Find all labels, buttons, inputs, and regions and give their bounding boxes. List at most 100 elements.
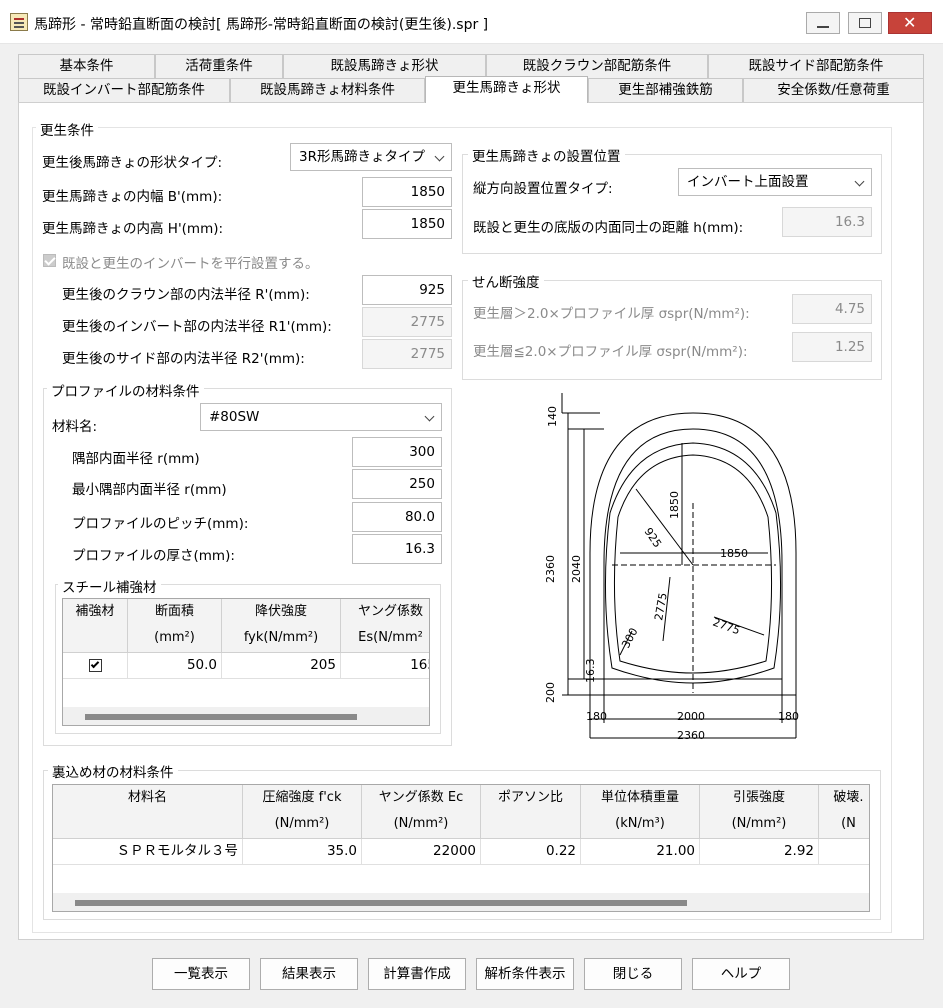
backfill-hscrollbar[interactable]	[53, 893, 869, 911]
backfill-cell-unit-weight[interactable]: 21.00	[581, 839, 700, 865]
tab-row-2: 既設インバート部配筋条件 既設馬蹄きょ材料条件 更生馬蹄きょ形状 更生部補強鉄筋…	[18, 76, 924, 103]
steel-header-area: 断面積 (mm²)	[128, 599, 222, 653]
tab-renewal-shape[interactable]: 更生馬蹄きょ形状	[425, 76, 588, 103]
create-report-button[interactable]: 計算書作成	[368, 958, 466, 990]
profile-group-label: プロファイルの材料条件	[47, 380, 204, 400]
shear-gt-label: 更生層＞2.0×プロファイル厚 σspr(N/mm²):	[473, 306, 750, 322]
list-view-button[interactable]: 一覧表示	[152, 958, 250, 990]
window-title: 馬蹄形 - 常時鉛直断面の検討[ 馬蹄形-常時鉛直断面の検討(更生後).spr …	[34, 17, 489, 33]
material-select[interactable]: #80SW	[200, 403, 442, 431]
corner-radius-input[interactable]: 300	[352, 437, 442, 467]
invert-radius-input[interactable]: 2775	[362, 307, 452, 337]
dim-1850-h: 1850	[720, 547, 748, 560]
minimize-icon	[817, 26, 829, 28]
analysis-conditions-button[interactable]: 解析条件表示	[476, 958, 574, 990]
height-input[interactable]: 1850	[362, 209, 452, 239]
steel-header-reinforce: 補強材	[63, 599, 128, 653]
dim-2360-v: 2360	[544, 555, 557, 583]
position-type-label: 縦方向設置位置タイプ:	[473, 181, 613, 197]
maximize-icon	[859, 18, 871, 28]
tab-existing-side-rebar[interactable]: 既設サイド部配筋条件	[708, 54, 924, 78]
backfill-grid[interactable]: 材料名 圧縮強度 f'ck (N/mm²) ヤング係数 Ec (N/mm²) ポアソ…	[52, 784, 870, 912]
crown-radius-label: 更生後のクラウン部の内法半径 R'(mm):	[62, 287, 310, 303]
backfill-cell-compressive[interactable]: 35.0	[243, 839, 362, 865]
min-corner-radius-label: 最小隅部内面半径 r(mm)	[72, 482, 227, 498]
dim-300: 300	[619, 626, 640, 651]
thickness-input[interactable]: 16.3	[352, 534, 442, 564]
app-icon	[10, 13, 28, 31]
tab-basic[interactable]: 基本条件	[18, 54, 155, 78]
maximize-button[interactable]	[848, 12, 882, 34]
dim-180-left: 180	[586, 710, 607, 723]
tab-existing-shape[interactable]: 既設馬蹄きょ形状	[283, 54, 486, 78]
shape-type-select[interactable]: 3R形馬蹄きょタイプ	[290, 143, 452, 171]
tab-existing-invert-rebar[interactable]: 既設インバート部配筋条件	[18, 78, 230, 102]
steel-grid[interactable]: 補強材 断面積 (mm²) 降伏強度 fyk(N/mm²) ヤング係数 Es(N/mm…	[62, 598, 430, 726]
distance-label: 既設と更生の底版の内面同士の距離 h(mm):	[473, 220, 744, 236]
dim-1850-v: 1850	[668, 491, 681, 519]
min-corner-radius-input[interactable]: 250	[352, 469, 442, 499]
backfill-cell-tensile[interactable]: 2.92	[700, 839, 819, 865]
steel-cell-check[interactable]	[63, 653, 128, 679]
position-group-label: 更生馬蹄きょの設置位置	[468, 145, 625, 165]
dim-2775-b: 2775	[711, 616, 742, 638]
cross-section-diagram: 140 1850 925 1850 2360 2040 2775 2775 30…	[532, 393, 800, 753]
width-input[interactable]: 1850	[362, 177, 452, 207]
steel-group-label: スチール補強材	[58, 576, 161, 596]
result-view-button[interactable]: 結果表示	[260, 958, 358, 990]
backfill-header-compressive: 圧縮強度 f'ck (N/mm²)	[243, 785, 362, 839]
minimize-button[interactable]	[806, 12, 840, 34]
position-type-select[interactable]: インバート上面設置	[678, 168, 872, 196]
tab-renewal-rebar[interactable]: 更生部補強鉄筋	[588, 78, 743, 102]
help-button[interactable]: ヘルプ	[692, 958, 790, 990]
dim-180-right: 180	[778, 710, 799, 723]
backfill-header-fracture: 破壊. (N	[819, 785, 869, 839]
check-icon	[88, 659, 102, 672]
backfill-cell-name[interactable]: ＳＰＲモルタル３号	[53, 839, 243, 865]
tab-safety-factor[interactable]: 安全係数/任意荷重	[743, 78, 924, 102]
steel-cell-young[interactable]: 165	[341, 653, 429, 679]
steel-hscroll-thumb[interactable]	[85, 714, 357, 720]
shear-gt-input[interactable]: 4.75	[792, 294, 872, 324]
chevron-down-icon	[424, 411, 435, 422]
backfill-cell-fracture[interactable]	[819, 839, 869, 865]
close-button[interactable]: ✕	[888, 12, 932, 34]
corner-radius-label: 隅部内面半径 r(mm)	[72, 451, 200, 467]
tab-existing-material[interactable]: 既設馬蹄きょ材料条件	[230, 78, 425, 102]
pitch-input[interactable]: 80.0	[352, 502, 442, 532]
parallel-label: 既設と更生のインバートを平行設置する。	[62, 256, 319, 272]
parallel-checkbox[interactable]	[43, 254, 56, 267]
distance-input[interactable]: 16.3	[782, 207, 872, 237]
steel-cell-area[interactable]: 50.0	[128, 653, 222, 679]
tab-live-load[interactable]: 活荷重条件	[155, 54, 283, 78]
shear-le-label: 更生層≦2.0×プロファイル厚 σspr(N/mm²):	[473, 344, 748, 360]
close-icon: ✕	[903, 13, 917, 32]
pitch-label: プロファイルのピッチ(mm):	[72, 516, 249, 532]
dim-2040-v: 2040	[570, 555, 583, 583]
shear-group-label: せん断強度	[468, 271, 544, 291]
height-label: 更生馬蹄きょの内高 H'(mm):	[42, 221, 224, 237]
steel-cell-yield[interactable]: 205	[222, 653, 341, 679]
shear-le-input[interactable]: 1.25	[792, 332, 872, 362]
crown-radius-input[interactable]: 925	[362, 275, 452, 305]
backfill-cell-young[interactable]: 22000	[362, 839, 481, 865]
shape-type-value: 3R形馬蹄きょタイプ	[299, 149, 425, 165]
backfill-header-name: 材料名	[53, 785, 243, 839]
shape-type-label: 更生後馬蹄きょの形状タイプ:	[42, 155, 223, 171]
chevron-down-icon	[434, 151, 445, 162]
position-type-value: インバート上面設置	[687, 174, 809, 190]
tab-existing-crown-rebar[interactable]: 既設クラウン部配筋条件	[486, 54, 708, 78]
dim-200: 200	[544, 682, 557, 703]
side-radius-input[interactable]: 2775	[362, 339, 452, 369]
invert-radius-label: 更生後のインバート部の内法半径 R1'(mm):	[62, 319, 332, 335]
backfill-header-poisson: ポアソン比	[481, 785, 581, 839]
material-label: 材料名:	[52, 419, 98, 435]
dim-16-3: 16.3	[584, 659, 597, 684]
backfill-hscroll-thumb[interactable]	[75, 900, 687, 906]
close-dialog-button[interactable]: 閉じる	[584, 958, 682, 990]
side-radius-label: 更生後のサイド部の内法半径 R2'(mm):	[62, 351, 305, 367]
steel-header-young: ヤング係数 Es(N/mm²	[341, 599, 429, 653]
backfill-cell-poisson[interactable]: 0.22	[481, 839, 581, 865]
backfill-header-young: ヤング係数 Ec (N/mm²)	[362, 785, 481, 839]
steel-hscrollbar[interactable]	[63, 707, 429, 725]
